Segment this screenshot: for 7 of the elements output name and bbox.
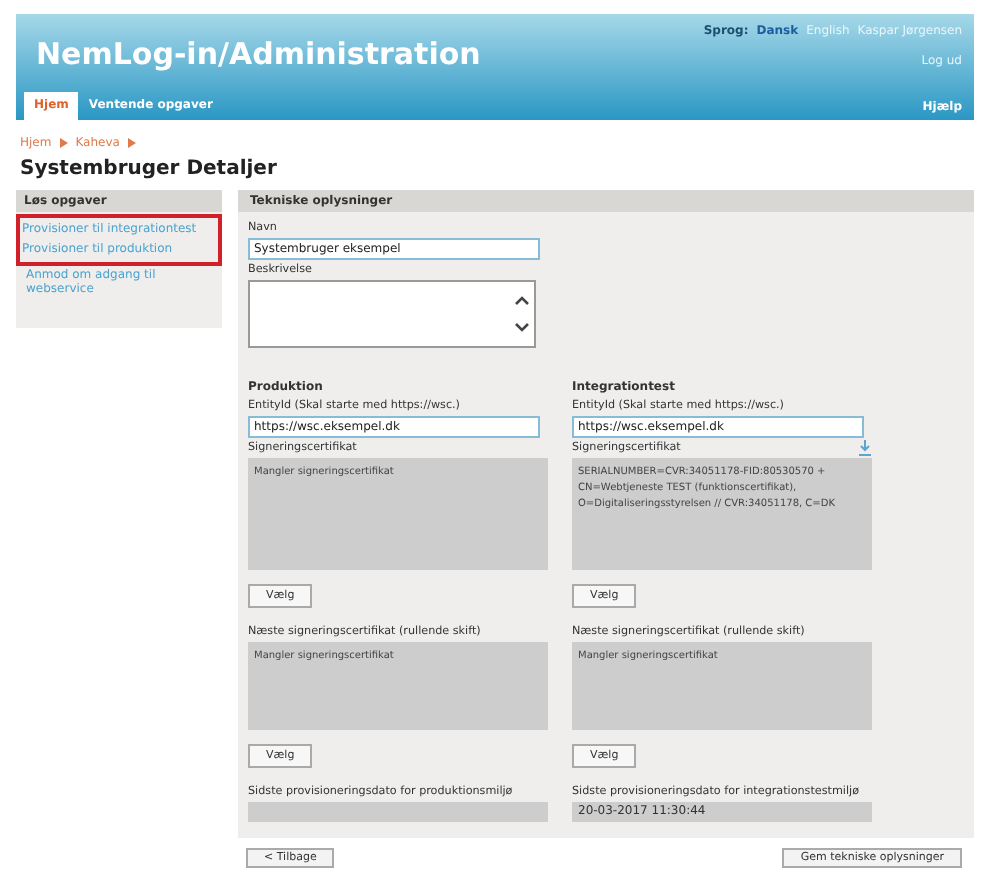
- description-field[interactable]: [248, 280, 536, 348]
- breadcrumb-arrow-icon: [59, 138, 68, 148]
- site-title: NemLog-in/Administration: [36, 34, 481, 76]
- download-icon[interactable]: [858, 440, 872, 456]
- page-title: Systembruger Detaljer: [20, 158, 279, 180]
- breadcrumb-arrow-icon: [127, 138, 136, 148]
- scroll-arrows-icon: [514, 292, 530, 336]
